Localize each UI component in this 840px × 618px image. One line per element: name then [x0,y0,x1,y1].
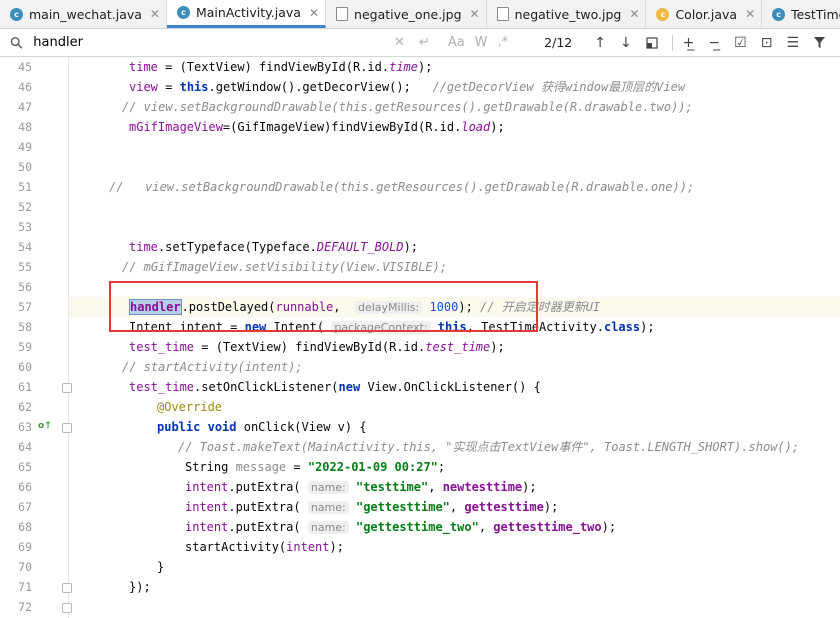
code-editor[interactable]: time = (TextView) findViewById(R.id.time… [69,57,840,618]
find-bar: ✕ ↵ Aa W .* 2/12 ↑ ↓ +̲ −̲ ☑ ⊡ ☰ [0,29,840,57]
line-number: 47 [18,100,32,114]
image-file-icon [496,7,509,21]
code-line[interactable]: } [69,557,840,577]
code-line[interactable]: time = (TextView) findViewById(R.id.time… [69,57,840,77]
remove-selection-icon[interactable]: −̲ [708,35,720,51]
tab-test-time-activity[interactable]: c TestTimeActivity.java [762,0,840,28]
match-count: 2/12 [544,35,573,50]
match-case-toggle[interactable]: Aa [448,35,465,50]
code-line[interactable]: time.setTypeface(Typeface.DEFAULT_BOLD); [69,237,840,257]
java-file-icon: c [772,7,786,21]
tab-label: negative_two.jpg [514,6,622,22]
code-line[interactable]: mGifImageView=(GifImageView)findViewById… [69,117,840,137]
line-number: 63 [18,420,32,434]
arrow-down-icon[interactable]: ↓ [620,35,632,51]
filter-icon[interactable] [813,36,826,49]
close-icon[interactable]: ✕ [629,7,639,21]
code-line[interactable]: intent.putExtra( name: "gettesttime", ge… [69,497,840,517]
line-number: 52 [18,200,32,214]
tab-label: negative_one.jpg [354,6,462,22]
code-line[interactable]: test_time = (TextView) findViewById(R.id… [69,337,840,357]
line-number: 55 [18,260,32,274]
line-number: 70 [18,560,32,574]
parameter-hint: name: [307,521,349,534]
image-file-icon [336,7,349,21]
line-number-gutter[interactable]: 45 46 47 48 49 50 51 52 53 54 55 56 57 5… [0,57,72,618]
line-number: 59 [18,340,32,354]
editor-tab-bar: c main_wechat.java ✕ c MainActivity.java… [0,0,840,29]
line-number: 69 [18,540,32,554]
code-line[interactable]: @Override [69,397,840,417]
tab-label: Color.java [675,6,738,22]
code-line[interactable]: view = this.getWindow().getDecorView(); … [69,77,840,97]
java-file-icon: c [176,6,190,19]
code-line[interactable]: intent.putExtra( name: "gettesttime_two"… [69,517,840,537]
line-number: 50 [18,160,32,174]
line-number: 48 [18,120,32,134]
line-number: 72 [18,600,32,614]
open-window-icon[interactable] [646,36,658,49]
line-number: 66 [18,480,32,494]
line-number: 71 [18,580,32,594]
tab-main-wechat[interactable]: c main_wechat.java ✕ [0,0,167,28]
line-number: 56 [18,280,32,294]
code-line[interactable]: public void onClick(View v) { [69,417,840,437]
line-number: 54 [18,240,32,254]
parameter-hint: name: [307,501,349,514]
line-number: 51 [18,180,32,194]
new-line-icon[interactable]: ↵ [419,35,430,50]
arrow-up-icon[interactable]: ↑ [594,35,606,51]
code-line[interactable]: // view.setBackgroundDrawable(this.getRe… [69,177,840,197]
line-number: 49 [18,140,32,154]
add-selection-icon[interactable]: +̲ [683,35,695,51]
line-number: 67 [18,500,32,514]
tab-color[interactable]: c Color.java ✕ [646,0,763,28]
select-occurrences-icon[interactable]: ⊡ [761,35,773,51]
close-icon[interactable]: ✕ [309,6,319,20]
code-line[interactable]: // startActivity(intent); [69,357,840,377]
line-number: 65 [18,460,32,474]
line-number: 53 [18,220,32,234]
line-number: 60 [18,360,32,374]
tab-label: MainActivity.java [195,5,301,20]
tab-negative-two[interactable]: negative_two.jpg ✕ [487,0,647,28]
regex-toggle[interactable]: .* [498,35,509,50]
code-line[interactable]: // Toast.makeText(MainActivity.this, "实现… [69,437,840,457]
tab-main-activity[interactable]: c MainActivity.java ✕ [166,0,327,28]
line-number: 57 [18,300,32,314]
line-number: 68 [18,520,32,534]
close-icon[interactable]: ✕ [745,7,755,21]
line-number: 64 [18,440,32,454]
code-line[interactable]: String message = "2022-01-09 00:27"; [69,457,840,477]
tab-label: TestTimeActivity.java [791,6,840,22]
tab-label: main_wechat.java [29,6,142,22]
separator [671,34,673,51]
select-all-occurrences-icon[interactable]: ☑ [734,35,747,51]
align-icon[interactable]: ☰ [786,35,799,51]
line-number: 46 [18,80,32,94]
close-icon[interactable]: ✕ [470,7,480,21]
code-line[interactable]: }); [69,577,840,597]
java-file-icon: c [656,7,670,21]
line-number: 45 [18,60,32,74]
tab-negative-one[interactable]: negative_one.jpg ✕ [326,0,487,28]
code-line[interactable]: // mGifImageView.setVisibility(View.VISI… [69,257,840,277]
java-file-icon: c [10,7,23,21]
line-number: 62 [18,400,32,414]
code-line[interactable]: startActivity(intent); [69,537,840,557]
search-icon[interactable] [10,36,23,50]
parameter-hint: name: [307,481,349,494]
line-number: 58 [18,320,32,334]
line-number: 61 [18,380,32,394]
annotation-highlight-box [109,281,538,332]
code-line[interactable]: intent.putExtra( name: "testtime", newte… [69,477,840,497]
clear-search-icon[interactable]: ✕ [394,35,405,50]
whole-word-toggle[interactable]: W [475,35,488,50]
code-line[interactable]: // view.setBackgroundDrawable(this.getRe… [69,97,840,117]
close-icon[interactable]: ✕ [150,7,160,21]
search-input[interactable] [33,32,384,53]
override-marker-icon[interactable]: o↑ [38,421,52,431]
code-line[interactable]: test_time.setOnClickListener(new View.On… [69,377,840,397]
